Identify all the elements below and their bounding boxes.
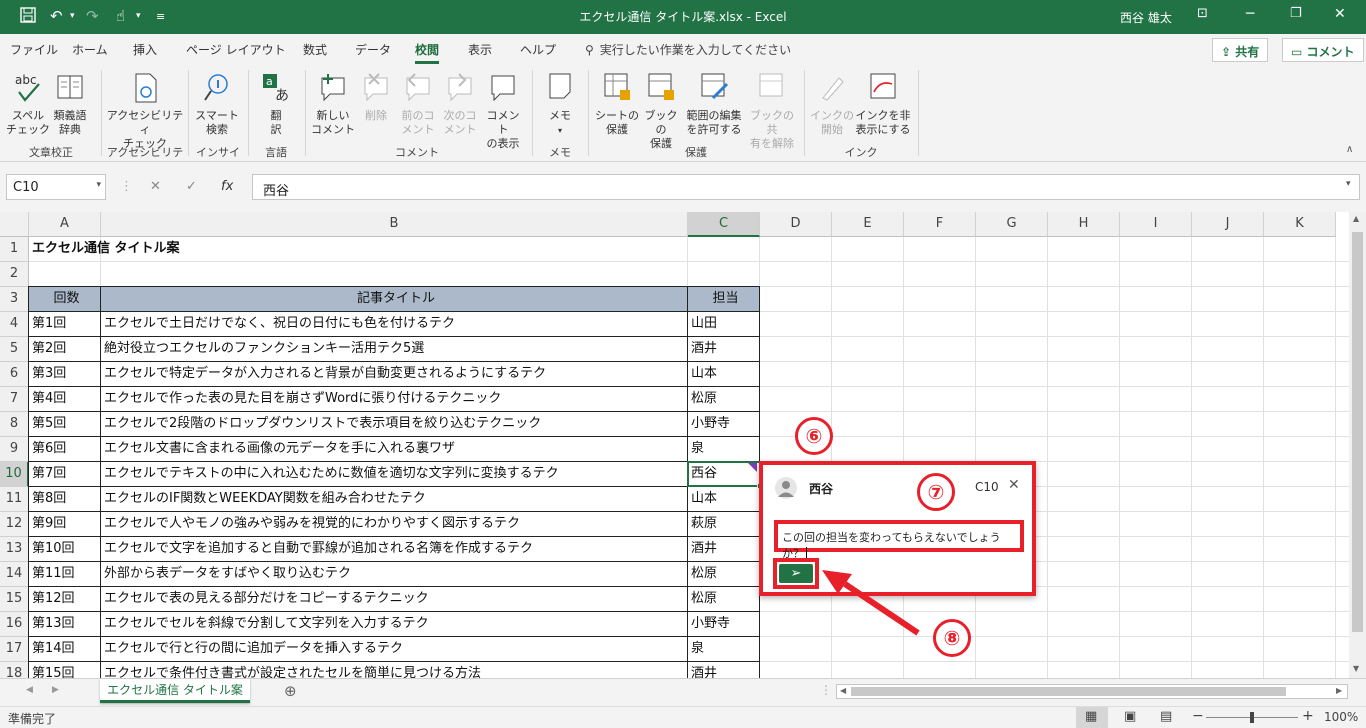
horizontal-scroll-thumb[interactable]: [851, 687, 1286, 696]
zoom-out-icon[interactable]: −: [1192, 708, 1204, 724]
page-break-view-icon[interactable]: ▤: [1160, 709, 1172, 724]
sheet-tab[interactable]: エクセル通信 タイトル案: [100, 679, 250, 703]
tab-splitter-icon[interactable]: ⋮: [820, 683, 832, 697]
annotation-arrow: [822, 570, 920, 636]
normal-view-button[interactable]: ▦: [1076, 707, 1108, 728]
zoom-slider-thumb[interactable]: [1250, 712, 1254, 723]
sheet-tabs-bar: ◀ ▶ エクセル通信 タイトル案 ⊕ ⋮ ◀ ▶: [0, 678, 1366, 706]
scroll-left-icon[interactable]: ◀: [840, 686, 846, 695]
status-ready: 準備完了: [8, 712, 57, 726]
status-bar: 準備完了 ▦ ▣ ▤ − + 100%: [0, 706, 1366, 728]
scroll-right-icon[interactable]: ▶: [1336, 686, 1342, 695]
zoom-in-icon[interactable]: +: [1302, 708, 1314, 724]
zoom-level[interactable]: 100%: [1324, 710, 1358, 724]
page-layout-view-icon[interactable]: ▣: [1124, 709, 1136, 724]
horizontal-scrollbar[interactable]: ◀ ▶: [836, 684, 1348, 699]
next-sheet-icon[interactable]: ▶: [52, 685, 59, 695]
prev-sheet-icon[interactable]: ◀: [26, 685, 33, 695]
add-sheet-icon[interactable]: ⊕: [284, 682, 297, 700]
normal-view-icon: ▦: [1085, 709, 1098, 724]
